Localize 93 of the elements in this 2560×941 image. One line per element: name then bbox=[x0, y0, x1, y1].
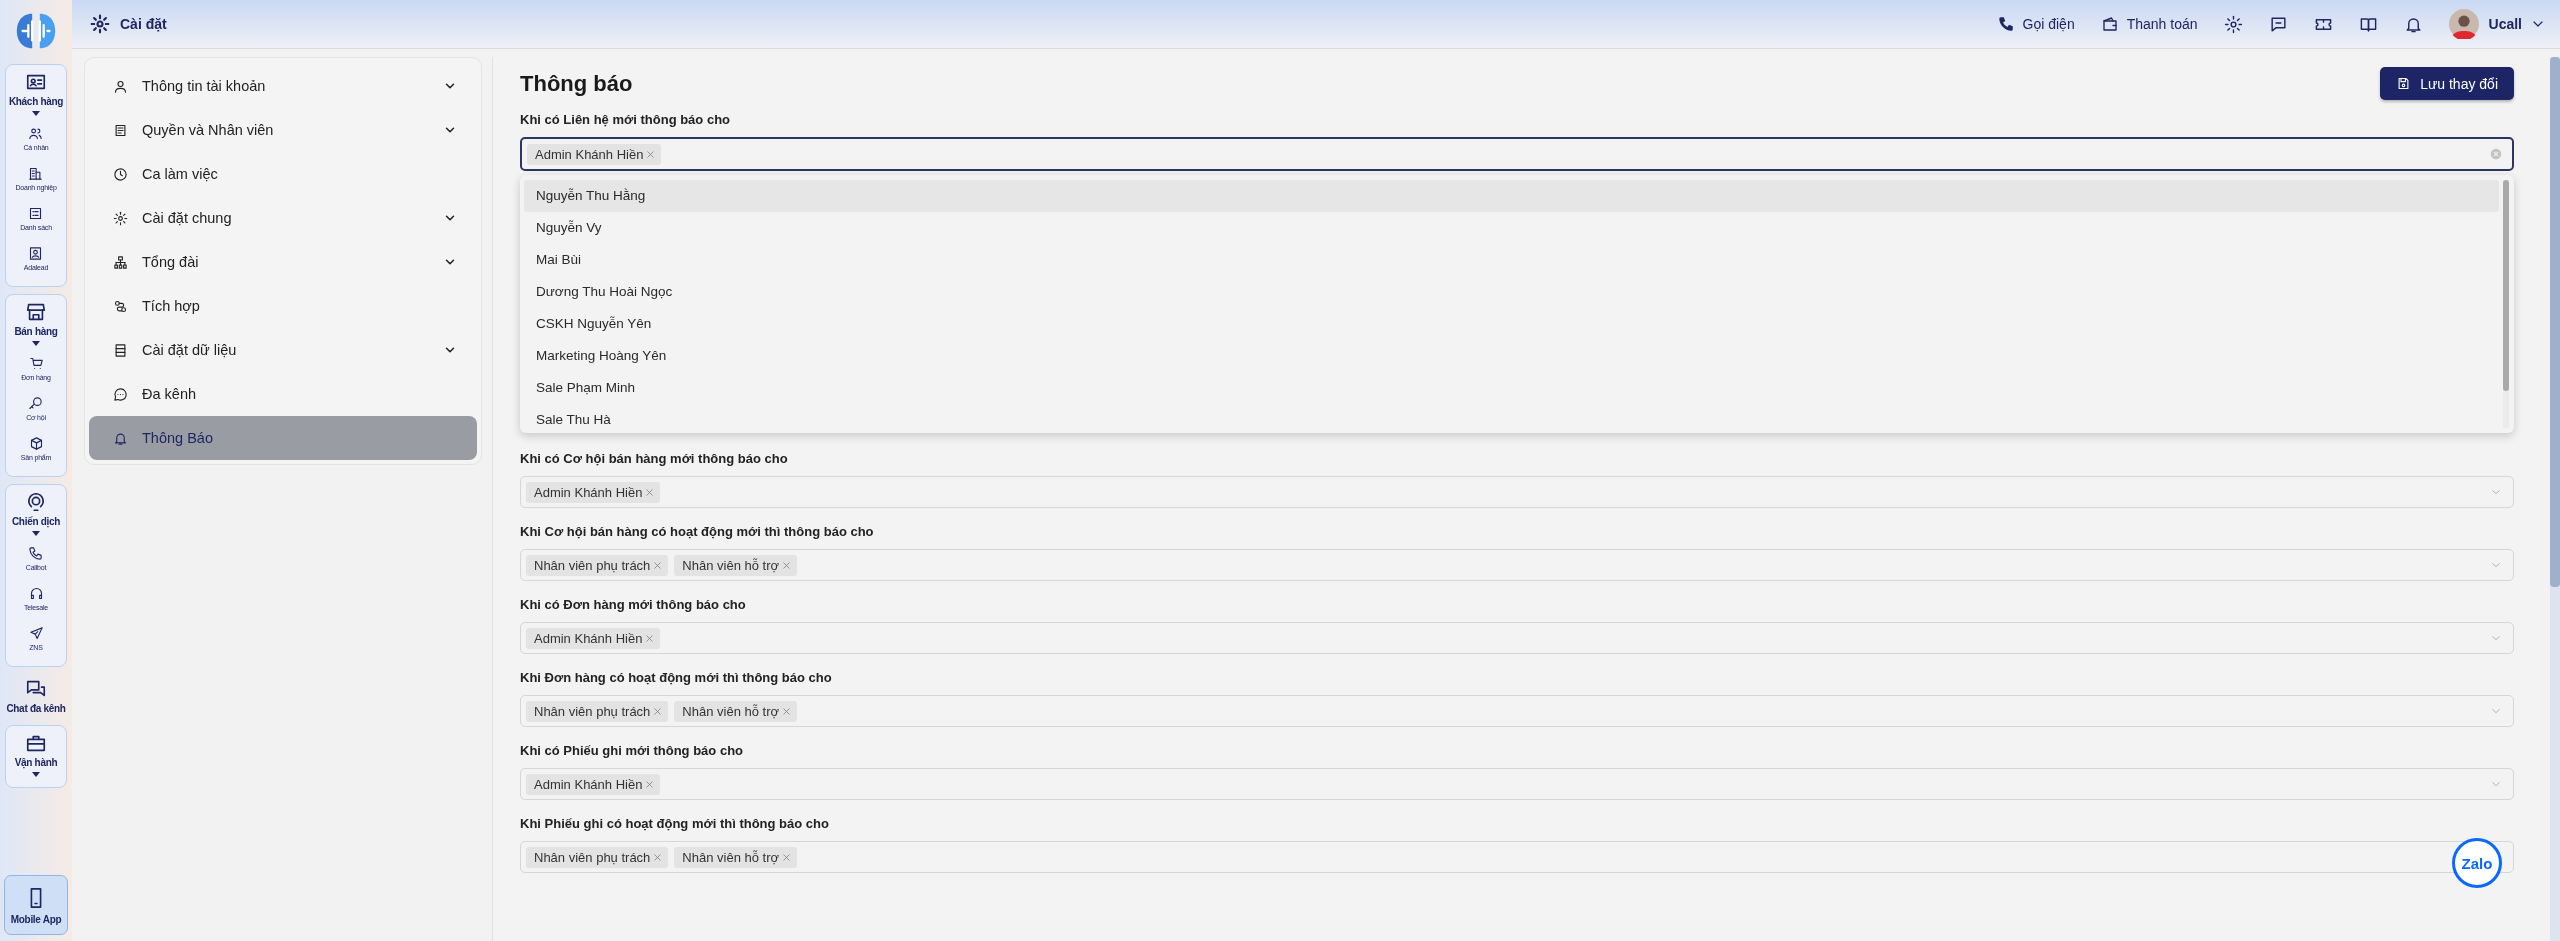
page-title: Cài đặt bbox=[120, 16, 167, 32]
link-icon bbox=[113, 298, 128, 314]
user-name[interactable]: Ucall bbox=[2488, 16, 2522, 32]
close-icon[interactable] bbox=[781, 559, 793, 571]
dropdown-option[interactable]: Mai Bùi bbox=[524, 244, 2499, 276]
field-label: Khi Phiếu ghi có hoạt động mới thì thông báo cho bbox=[520, 816, 830, 831]
sidebar-item[interactable]: Quyền và Nhân viên bbox=[89, 108, 477, 152]
tag-label: Nhân viên phụ trách bbox=[534, 703, 651, 719]
field-label: Khi có Cơ hội bán hàng mới thông báo cho bbox=[520, 451, 789, 466]
phone-icon bbox=[1996, 15, 2015, 33]
message-icon[interactable] bbox=[2268, 14, 2288, 34]
network-icon bbox=[113, 254, 128, 270]
multi-select-field[interactable]: Admin Khánh Hiền bbox=[520, 768, 2514, 800]
sidebar-item[interactable]: Đa kênh bbox=[89, 372, 477, 416]
user-icon bbox=[113, 78, 128, 94]
menu-link[interactable]: Chat đa kênh bbox=[6, 674, 66, 718]
caret-icon[interactable] bbox=[32, 531, 40, 536]
tag-label: Nhân viên phụ trách bbox=[534, 849, 651, 865]
menu-group-button[interactable]: Chiến dịch bbox=[11, 491, 61, 527]
store-icon bbox=[25, 301, 47, 323]
portrait-icon bbox=[28, 245, 44, 261]
sidebar-item[interactable]: Cài đặt chung bbox=[89, 196, 477, 240]
close-icon[interactable] bbox=[644, 632, 656, 644]
tag-label: Nhân viên hỗ trợ bbox=[682, 557, 780, 573]
mobile-app-button[interactable]: Mobile App bbox=[4, 875, 68, 935]
multi-select-field[interactable]: Nhân viên phụ trách Nhân viên hỗ trợ bbox=[520, 549, 2514, 581]
tag-label: Admin Khánh Hiền bbox=[535, 146, 644, 162]
caret-icon[interactable] bbox=[32, 772, 40, 777]
field-label: Khi Đơn hàng có hoạt động mới thì thông báo cho bbox=[520, 670, 833, 685]
payment-button[interactable]: Thanh toán bbox=[2100, 15, 2198, 33]
sidebar-item[interactable]: Ca làm việc bbox=[89, 152, 477, 196]
multi-select-field[interactable]: Admin Khánh Hiền bbox=[520, 137, 2514, 171]
users-icon bbox=[28, 125, 44, 141]
save-icon bbox=[2396, 76, 2412, 91]
box-icon bbox=[28, 435, 44, 451]
close-icon[interactable] bbox=[652, 851, 664, 863]
dropdown-option[interactable]: Nguyễn Vy bbox=[524, 212, 2499, 244]
multi-select-field[interactable]: Admin Khánh Hiền bbox=[520, 476, 2514, 508]
scrollbar[interactable] bbox=[2503, 180, 2509, 428]
multi-select-field[interactable]: Admin Khánh Hiền bbox=[520, 622, 2514, 654]
list-icon bbox=[28, 205, 44, 221]
section-title: Thông báo bbox=[520, 70, 633, 97]
dropdown-option[interactable]: Sale Thu Hà bbox=[524, 404, 2499, 436]
dropdown-option[interactable]: Nguyễn Thu Hằng bbox=[524, 180, 2499, 212]
clock-icon bbox=[113, 166, 128, 182]
call-button[interactable]: Gọi điện bbox=[1996, 15, 2075, 33]
tag-label: Admin Khánh Hiền bbox=[534, 776, 643, 792]
field-label: Khi Cơ hội bán hàng có hoạt động mới thì thông báo cho bbox=[520, 524, 875, 539]
scrollbar[interactable] bbox=[2550, 57, 2560, 941]
dropdown-option[interactable]: CSKH Nguyễn Yên bbox=[524, 308, 2499, 340]
close-icon[interactable] bbox=[781, 705, 793, 717]
caret-icon[interactable] bbox=[32, 341, 40, 346]
document-icon bbox=[113, 122, 128, 138]
tag-label: Nhân viên hỗ trợ bbox=[682, 703, 780, 719]
dropdown-option[interactable]: Dương Thu Hoài Ngọc bbox=[524, 276, 2499, 308]
tag-label: Nhân viên phụ trách bbox=[534, 557, 651, 573]
tag-label: Admin Khánh Hiền bbox=[534, 630, 643, 646]
close-icon[interactable] bbox=[644, 778, 656, 790]
caret-icon[interactable] bbox=[32, 111, 40, 116]
dropdown-option[interactable]: Marketing Hoàng Yên bbox=[524, 340, 2499, 372]
phone-icon bbox=[28, 545, 44, 561]
send-icon bbox=[28, 625, 44, 641]
multi-select-field[interactable]: Nhân viên phụ trách Nhân viên hỗ trợ bbox=[520, 695, 2514, 727]
chat-icon bbox=[113, 386, 128, 402]
dropdown-option[interactable]: Sale Phạm Minh bbox=[524, 372, 2499, 404]
database-icon bbox=[113, 342, 128, 358]
close-icon[interactable] bbox=[652, 705, 664, 717]
field-label: Khi có Phiếu ghi mới thông báo cho bbox=[520, 743, 744, 758]
sidebar-item[interactable]: Cài đặt dữ liệu bbox=[89, 328, 477, 372]
sidebar-item[interactable]: Tổng đài bbox=[89, 240, 477, 284]
tag-label: Admin Khánh Hiền bbox=[534, 484, 643, 500]
close-icon[interactable] bbox=[644, 486, 656, 498]
save-button[interactable]: Lưu thay đổi bbox=[2380, 67, 2514, 100]
avatar-icon[interactable] bbox=[2448, 9, 2479, 39]
cart-icon bbox=[28, 355, 44, 371]
menu-group-button[interactable]: Vận hành bbox=[14, 732, 58, 768]
wallet-icon bbox=[2100, 15, 2119, 33]
headset-icon bbox=[28, 585, 44, 601]
field-label: Khi có Liên hệ mới thông báo cho bbox=[520, 112, 732, 127]
menu-group-button[interactable]: Bán hàng bbox=[14, 301, 58, 337]
clear-icon[interactable] bbox=[2490, 148, 2502, 160]
field-label: Khi có Đơn hàng mới thông báo cho bbox=[520, 597, 747, 612]
menu-group-button[interactable]: Khách hàng bbox=[8, 71, 64, 107]
sidebar-item[interactable]: Thông Báo bbox=[89, 416, 477, 460]
close-icon[interactable] bbox=[652, 559, 664, 571]
tag-label: Nhân viên hỗ trợ bbox=[682, 849, 780, 865]
sidebar-item[interactable]: Tích hợp bbox=[89, 284, 477, 328]
target-icon bbox=[25, 491, 47, 513]
building-icon bbox=[28, 165, 44, 181]
close-icon[interactable] bbox=[781, 851, 793, 863]
sidebar-item[interactable]: Thông tin tài khoản bbox=[89, 64, 477, 108]
bell-icon bbox=[113, 430, 128, 446]
close-icon[interactable] bbox=[645, 148, 657, 160]
